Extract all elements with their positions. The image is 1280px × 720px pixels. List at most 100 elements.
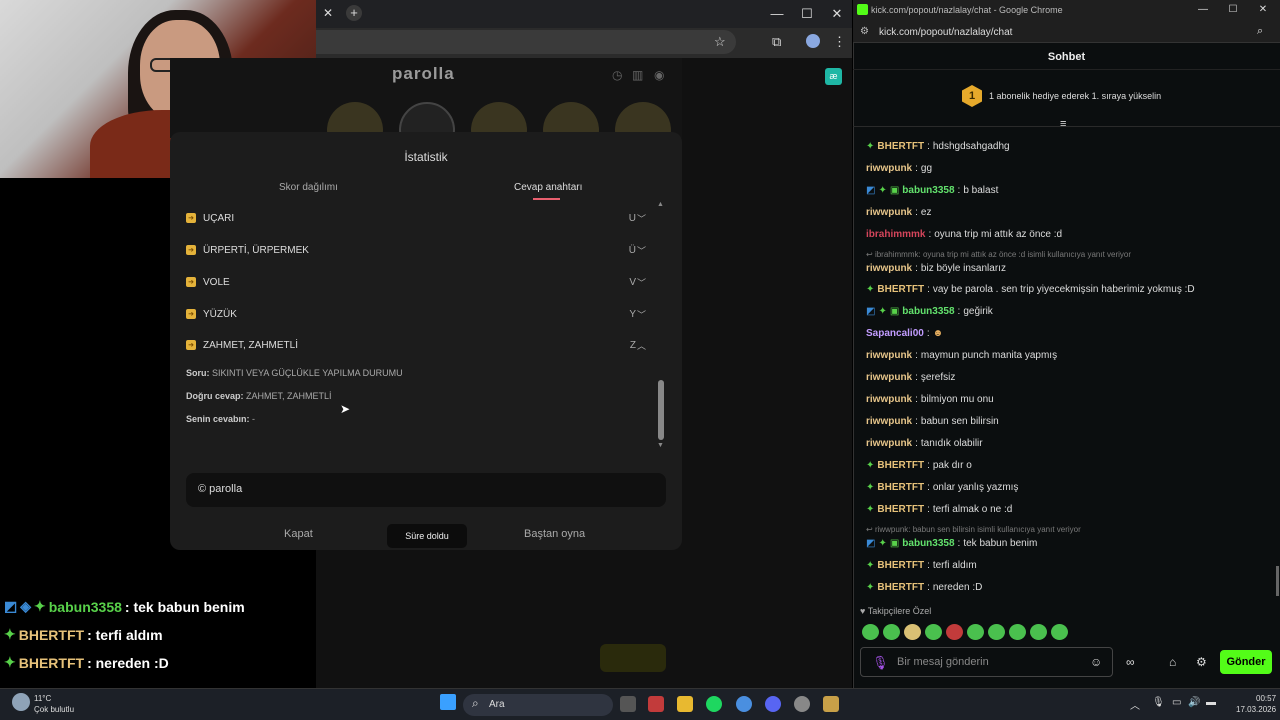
volume-icon[interactable]: 🔊 [1188, 697, 1200, 708]
weather-icon[interactable] [12, 693, 30, 711]
profile-icon[interactable]: ◉ [654, 68, 664, 82]
chat-username[interactable]: BHERTFT [877, 482, 924, 493]
chat-username[interactable]: riwwpunk [866, 416, 912, 427]
chat-text: gg [920, 163, 933, 174]
profile-avatar[interactable] [806, 34, 820, 48]
app-p-icon[interactable] [648, 696, 664, 712]
collapse-icon[interactable]: ≡ [1060, 118, 1066, 130]
tab-score-distribution[interactable]: Skor dağılımı [279, 182, 338, 193]
chat-username[interactable]: BHERTFT [877, 560, 924, 571]
new-tab-icon[interactable]: + [346, 5, 362, 21]
close-window-icon[interactable]: ✕ [1248, 0, 1278, 20]
send-button[interactable]: Gönder [1220, 650, 1272, 674]
extension-badge-icon[interactable]: æ [825, 68, 842, 85]
chat-username[interactable]: riwwpunk [866, 163, 912, 174]
chat-username[interactable]: ibrahimmmk [866, 229, 925, 240]
answer-row[interactable]: ➜ YÜZÜK Y ﹀ [186, 300, 648, 328]
timeout-button[interactable]: Süre doldu [387, 524, 467, 548]
chat-username[interactable]: BHERTFT [877, 460, 924, 471]
extensions-icon[interactable]: ⧉ [772, 34, 781, 50]
site-info-icon[interactable]: ⚙ [860, 26, 869, 37]
settings-gear-icon[interactable]: ⚙ [1196, 655, 1207, 669]
answer-row-expanded[interactable]: ➜ ZAHMET, ZAHMETLİ Z ︿ [186, 331, 648, 359]
emote-icon[interactable] [967, 624, 984, 640]
chat-username[interactable]: BHERTFT [877, 284, 924, 295]
chat-username[interactable]: riwwpunk [866, 372, 912, 383]
answer-row[interactable]: ➜ ÜRPERTİ, ÜRPERMEK Ü ﹀ [186, 236, 648, 264]
answer-row[interactable]: ➜ VOLE V ﹀ [186, 268, 648, 296]
emote-bar[interactable] [862, 624, 1068, 640]
discord-icon[interactable] [765, 696, 781, 712]
chat-username[interactable]: riwwpunk [866, 263, 912, 274]
scroll-down-icon[interactable]: ▼ [657, 442, 664, 449]
restart-button[interactable]: Baştan oyna [524, 528, 585, 540]
network-icon[interactable]: ▭ [1172, 697, 1181, 708]
gift-icon: ▣ [889, 538, 900, 549]
emote-icon[interactable] [1051, 624, 1068, 640]
scrollbar[interactable] [658, 380, 664, 440]
gift-sub-banner[interactable]: 1 1 abonelik hediye ederek 1. sıraya yük… [962, 84, 1202, 108]
answer-row[interactable]: ➜ UÇARI U ﹀ [186, 204, 648, 232]
gem-icon: ✦ [878, 306, 887, 317]
message-input[interactable]: Bir mesaj gönderin [860, 647, 1113, 677]
store-icon[interactable]: ⌂ [1169, 655, 1176, 669]
emote-icon[interactable] [1030, 624, 1047, 640]
emote-icon[interactable] [883, 624, 900, 640]
chat-username[interactable]: babun3358 [902, 538, 954, 549]
maximize-icon[interactable]: ☐ [792, 4, 822, 24]
chat-username[interactable]: babun3358 [902, 306, 954, 317]
minimize-icon[interactable]: — [1188, 0, 1218, 20]
clock-icon[interactable]: ◷ [612, 68, 622, 82]
gem-icon: ✦ [34, 598, 46, 614]
chat-username[interactable]: riwwpunk [866, 394, 912, 405]
address-bar[interactable] [316, 30, 736, 54]
emoji-icon[interactable]: ☺ [1090, 655, 1102, 669]
emote-icon[interactable] [988, 624, 1005, 640]
close-tab-icon[interactable]: ✕ [323, 6, 333, 20]
chat-username[interactable]: riwwpunk [866, 350, 912, 361]
maximize-icon[interactable]: ☐ [1218, 0, 1248, 20]
emote-icon[interactable] [925, 624, 942, 640]
chat-username[interactable]: riwwpunk [866, 438, 912, 449]
emote-icon[interactable] [1009, 624, 1026, 640]
answer-letter: Y [629, 308, 636, 320]
chat-username[interactable]: BHERTFT [877, 504, 924, 515]
close-window-icon[interactable]: ✕ [822, 4, 852, 24]
community-icon[interactable]: ∞ [1126, 655, 1135, 669]
minimize-icon[interactable]: — [762, 4, 792, 24]
gem-icon: ✦ [878, 185, 887, 196]
app-icon[interactable] [823, 696, 839, 712]
tab-answer-key[interactable]: Cevap anahtarı [514, 182, 582, 193]
chat-username[interactable]: babun3358 [902, 185, 954, 196]
chat-scrollbar[interactable] [1276, 566, 1279, 596]
bookmark-star-icon[interactable]: ☆ [714, 34, 726, 50]
microphone-icon[interactable]: 🎙 [872, 655, 889, 671]
chrome-icon[interactable] [736, 696, 752, 712]
chat-username[interactable]: riwwpunk [866, 207, 912, 218]
emote-icon[interactable] [946, 624, 963, 640]
emote-icon[interactable] [862, 624, 879, 640]
zoom-icon[interactable]: ⌕ [1257, 25, 1263, 38]
start-windows-icon[interactable] [440, 694, 456, 710]
gem-icon: ✦ [866, 141, 875, 152]
microphone-tray-icon[interactable]: 🎙 [1152, 697, 1165, 708]
chat-username[interactable]: BHERTFT [877, 141, 924, 152]
taskbar-clock[interactable]: 00:57 17.03.2026 [1236, 693, 1276, 715]
app-icon[interactable] [794, 696, 810, 712]
stats-icon[interactable]: ▥ [632, 68, 643, 82]
weather-widget[interactable]: 11°C Çok bulutlu [34, 693, 74, 715]
spotify-icon[interactable] [706, 696, 722, 712]
chat-username[interactable]: BHERTFT [877, 582, 924, 593]
chat-username[interactable]: Sapancali00 [866, 328, 924, 339]
close-button[interactable]: Kapat [284, 528, 313, 540]
task-view-icon[interactable] [620, 696, 636, 712]
file-explorer-icon[interactable] [677, 696, 693, 712]
tray-chevron-icon[interactable]: ︿ [1130, 697, 1140, 712]
taskbar-search[interactable]: Ara [463, 694, 613, 716]
battery-icon[interactable]: ▬ [1206, 697, 1216, 708]
parolla-logo: parolla [392, 64, 455, 83]
menu-dots-icon[interactable]: ⋮ [833, 34, 846, 50]
scroll-up-icon[interactable]: ▲ [657, 201, 664, 208]
address-bar[interactable]: kick.com/popout/nazlalay/chat [853, 21, 1280, 43]
emote-icon[interactable] [904, 624, 921, 640]
